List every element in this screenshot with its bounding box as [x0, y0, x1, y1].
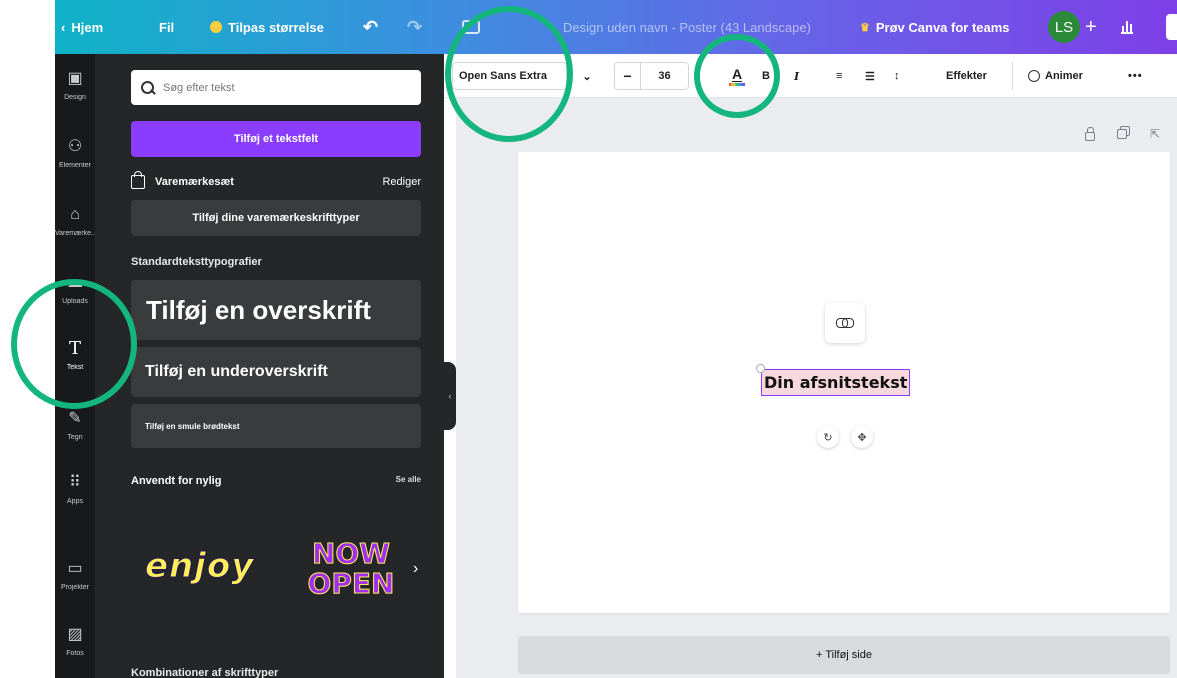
default-typography-heading: Standardteksttypografier — [131, 256, 262, 268]
font-combinations-heading: Kombinationer af skrifttyper — [131, 667, 279, 678]
rail-item-photos[interactable]: ▨ Fotos — [55, 626, 95, 657]
brand-kit-icon — [131, 171, 145, 189]
document-title[interactable]: Design uden navn - Poster (43 Landscape) — [563, 0, 811, 54]
link-button[interactable] — [825, 303, 865, 343]
brand-kit-label: Varemærkesæt — [155, 176, 234, 188]
top-bar: ‹ Hjem Fil Tilpas størrelse ↶ ↷ Design u… — [55, 0, 1177, 54]
avatar[interactable]: LS — [1048, 11, 1080, 43]
text-panel: Tilføj et tekstfelt Varemærkesæt Rediger… — [95, 54, 444, 678]
chevron-left-icon: ‹ — [448, 391, 452, 401]
text-toolbar: Open Sans Extra ⌄ − 36 A B I ≡ ☰ ↕ Effek… — [444, 54, 1177, 98]
design-icon: ▣ — [67, 70, 83, 87]
upload-icon: ☁ — [67, 274, 83, 291]
chevron-down-icon[interactable]: ⌄ — [576, 62, 598, 90]
add-member-button[interactable]: + — [1085, 0, 1097, 54]
add-brand-fonts-button[interactable]: Tilføj dine varemærkeskrifttyper — [131, 200, 421, 236]
cloud-save-icon[interactable] — [462, 0, 480, 54]
add-page-button[interactable]: + Tilføj side — [518, 636, 1170, 674]
color-bar — [729, 82, 745, 86]
move-icon[interactable]: ✥ — [851, 426, 873, 448]
apps-icon: ⠿ — [69, 474, 81, 491]
search-box[interactable] — [131, 70, 421, 105]
toolbar-divider — [1012, 62, 1013, 90]
recent-font-enjoy[interactable]: enjoy — [144, 546, 254, 587]
rail-item-draw[interactable]: ✎ Tegn — [55, 410, 95, 441]
add-textbox-button[interactable]: Tilføj et tekstfelt — [131, 121, 421, 157]
file-menu[interactable]: Fil — [159, 0, 174, 54]
add-body-text-button[interactable]: Tilføj en smule brødtekst — [131, 404, 421, 448]
rail-item-elements[interactable]: ⚇ Elementer — [55, 138, 95, 169]
add-heading-button[interactable]: Tilføj en overskrift — [131, 280, 421, 340]
font-size-stepper[interactable]: − 36 — [614, 62, 689, 90]
brand-kit-edit-link[interactable]: Rediger — [382, 176, 421, 188]
search-icon — [141, 80, 155, 95]
list-icon[interactable]: ☰ — [865, 62, 875, 90]
draw-icon: ✎ — [68, 410, 82, 427]
rail-item-uploads[interactable]: ☁ Uploads — [55, 274, 95, 305]
folder-icon: ▭ — [67, 560, 83, 577]
text-icon: T — [68, 338, 81, 359]
home-button[interactable]: ‹ Hjem — [61, 0, 103, 54]
resize-label: Tilpas størrelse — [228, 19, 324, 35]
italic-button[interactable]: I — [794, 62, 799, 90]
selected-text-element[interactable]: Din afsnitstekst — [761, 369, 911, 396]
link-icon — [836, 318, 854, 328]
chevron-right-icon[interactable]: › — [413, 560, 418, 578]
collapse-panel-handle[interactable]: ‹ — [444, 362, 456, 430]
animate-icon — [1028, 70, 1040, 82]
align-center-icon[interactable]: ≡ — [836, 62, 842, 90]
recent-heading: Anvendt for nylig — [131, 475, 222, 487]
search-input[interactable] — [163, 81, 403, 94]
elements-icon: ⚇ — [67, 138, 83, 155]
text-color-button[interactable]: A — [727, 62, 747, 90]
animate-button[interactable]: Animer — [1028, 62, 1083, 90]
redo-icon[interactable]: ↷ — [407, 0, 422, 54]
font-size-value[interactable]: 36 — [641, 70, 688, 82]
brand-icon: ⌂ — [70, 206, 80, 223]
chevron-left-icon: ‹ — [61, 19, 66, 35]
recent-font-now-open[interactable]: NOW OPEN — [295, 538, 407, 599]
resize-button[interactable]: Tilpas størrelse — [210, 0, 324, 54]
rail-item-text[interactable]: T Tekst — [55, 338, 95, 372]
rail-item-apps[interactable]: ⠿ Apps — [55, 474, 95, 505]
insights-chart-icon[interactable] — [1121, 0, 1133, 54]
rail-item-design[interactable]: ▣ Design — [55, 70, 95, 101]
side-rail: ▣ Design ⚇ Elementer ⌂ Varemærke... ☁ Up… — [55, 54, 95, 678]
bold-button[interactable]: B — [762, 62, 770, 90]
effects-button[interactable]: Effekter — [946, 62, 987, 90]
add-page-icon[interactable]: ⇱ — [1150, 124, 1160, 144]
more-options-button[interactable]: ••• — [1128, 62, 1143, 90]
animate-label: Animer — [1045, 70, 1083, 82]
teams-label: Prøv Canva for teams — [875, 19, 1010, 35]
recent-row: Anvendt for nylig Se alle — [131, 475, 421, 487]
lock-icon[interactable] — [1085, 124, 1095, 144]
decrease-size-button[interactable]: − — [615, 63, 641, 89]
rail-item-projects[interactable]: ▭ Projekter — [55, 560, 95, 591]
text-color-icon: A — [731, 65, 743, 82]
home-label: Hjem — [71, 19, 104, 35]
resize-handle[interactable] — [756, 364, 765, 373]
brand-kit-row: Varemærkesæt Rediger — [131, 171, 421, 192]
see-all-link[interactable]: Se alle — [396, 475, 421, 487]
crown-icon: ♛ — [860, 21, 870, 34]
rail-item-brand[interactable]: ⌂ Varemærke... — [55, 206, 95, 237]
duplicate-page-icon[interactable] — [1117, 124, 1127, 144]
try-teams-button[interactable]: ♛ Prøv Canva for teams — [860, 0, 1010, 54]
add-subheading-button[interactable]: Tilføj en underoverskrift — [131, 347, 421, 397]
font-family-select[interactable]: Open Sans Extra — [452, 62, 567, 90]
undo-icon[interactable]: ↶ — [363, 0, 378, 54]
crown-icon — [210, 21, 222, 33]
line-spacing-icon[interactable]: ↕ — [894, 62, 900, 90]
rotate-icon[interactable]: ↻ — [817, 426, 839, 448]
share-button[interactable] — [1166, 14, 1177, 40]
photo-icon: ▨ — [67, 626, 83, 643]
